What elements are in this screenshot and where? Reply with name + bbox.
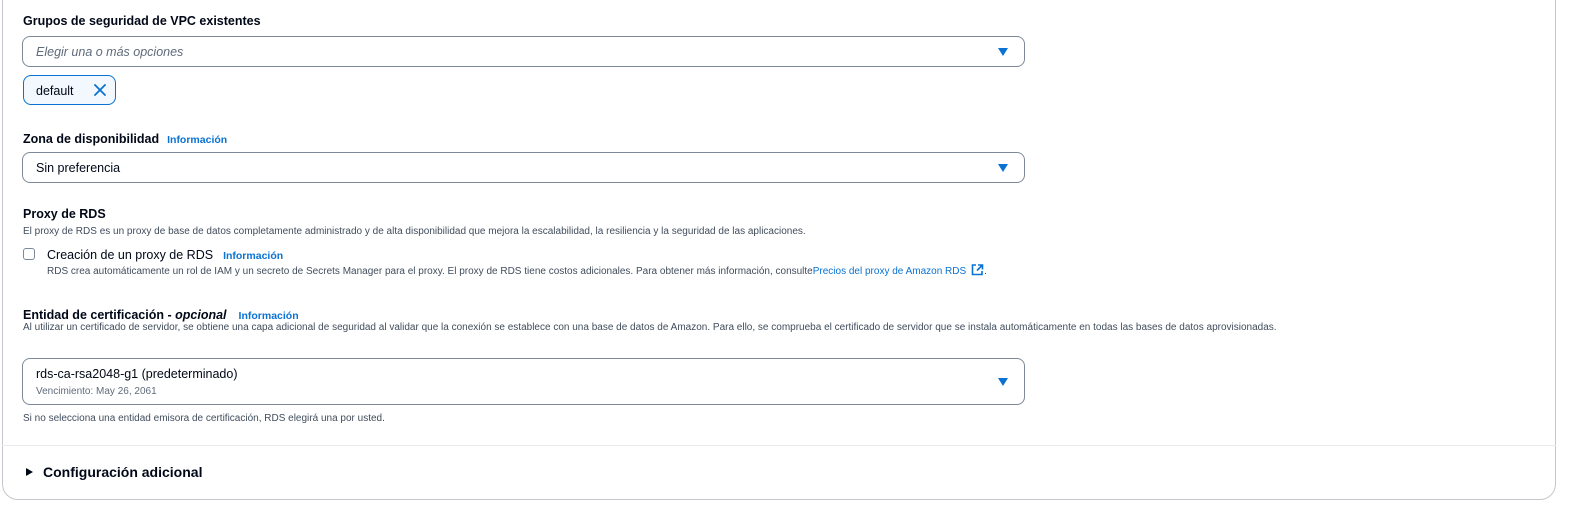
availability-zone-value: Sin preferencia	[36, 161, 121, 175]
availability-zone-info-link[interactable]: Información	[167, 134, 227, 146]
caret-right-icon	[26, 468, 33, 476]
rds-proxy-cost-text: RDS crea automáticamente un rol de IAM y…	[47, 266, 813, 277]
rds-proxy-checkbox-description: RDS crea automáticamente un rol de IAM y…	[47, 264, 987, 278]
additional-config-label: Configuración adicional	[43, 464, 203, 480]
vpc-security-groups-label: Grupos de seguridad de VPC existentes	[23, 14, 261, 28]
caret-down-icon	[998, 48, 1008, 56]
vpc-security-groups-placeholder: Elegir una o más opciones	[36, 45, 184, 59]
availability-zone-select[interactable]: Sin preferencia	[22, 152, 1025, 183]
section-divider	[2, 445, 1556, 446]
rds-proxy-description: El proxy de RDS es un proxy de base de d…	[23, 226, 806, 237]
availability-zone-label: Zona de disponibilidad	[23, 132, 160, 146]
certificate-authority-select[interactable]: rds-ca-rsa2048-g1 (predeterminado) Venci…	[22, 358, 1025, 405]
close-icon[interactable]	[94, 84, 106, 96]
certificate-authority-value: rds-ca-rsa2048-g1 (predeterminado)	[36, 367, 238, 381]
certificate-authority-optional: opcional	[175, 308, 227, 322]
rds-proxy-info-link[interactable]: Información	[223, 250, 283, 262]
create-rds-proxy-checkbox[interactable]	[23, 248, 35, 260]
security-group-token-label: default	[36, 84, 74, 98]
caret-down-icon	[998, 164, 1008, 172]
vpc-security-groups-select[interactable]: Elegir una o más opciones	[22, 36, 1025, 67]
certificate-authority-description: Al utilizar un certificado de servidor, …	[23, 322, 1277, 333]
certificate-authority-hint: Si no selecciona una entidad emisora de …	[23, 413, 385, 424]
certificate-expiration: Vencimiento: May 26, 2061	[36, 386, 157, 397]
certificate-authority-label: Entidad de certificación -	[23, 308, 176, 322]
security-group-token: default	[23, 75, 116, 105]
create-rds-proxy-label-row: Creación de un proxy de RDS Información	[47, 246, 283, 264]
create-rds-proxy-label[interactable]: Creación de un proxy de RDS	[47, 248, 213, 262]
availability-zone-header: Zona de disponibilidad Información	[23, 130, 227, 148]
rds-proxy-link-suffix: .	[983, 266, 987, 277]
rds-proxy-pricing-link[interactable]: Precios del proxy de Amazon RDS	[813, 266, 966, 277]
external-link-icon[interactable]	[971, 264, 984, 276]
rds-proxy-label: Proxy de RDS	[23, 207, 106, 221]
caret-down-icon	[998, 378, 1008, 386]
